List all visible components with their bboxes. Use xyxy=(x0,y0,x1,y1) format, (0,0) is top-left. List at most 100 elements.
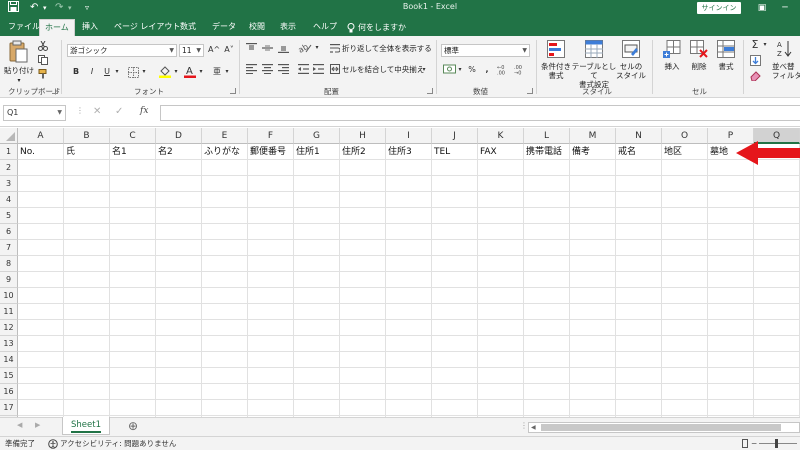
column-header-d[interactable]: D xyxy=(156,128,202,144)
paste-dropdown-icon[interactable]: ▾ xyxy=(14,76,24,85)
cell-b1[interactable]: 氏 xyxy=(64,144,110,160)
fill-icon[interactable] xyxy=(750,55,761,69)
decrease-decimal-icon[interactable]: .00 →0 xyxy=(514,64,528,78)
row-header-9[interactable]: 9 xyxy=(0,272,18,288)
number-launcher-icon[interactable] xyxy=(527,88,533,94)
tab-help[interactable]: ヘルプ xyxy=(313,19,337,36)
font-launcher-icon[interactable] xyxy=(230,88,236,94)
cell-l1[interactable]: 携帯電話 xyxy=(524,144,570,160)
column-header-n[interactable]: N xyxy=(616,128,662,144)
column-header-o[interactable]: O xyxy=(662,128,708,144)
column-header-g[interactable]: G xyxy=(294,128,340,144)
insert-function-icon[interactable]: fx xyxy=(140,106,148,116)
row-header-14[interactable]: 14 xyxy=(0,352,18,368)
column-header-b[interactable]: B xyxy=(64,128,110,144)
align-left-icon[interactable] xyxy=(246,64,257,77)
zoom-out-icon[interactable]: − xyxy=(751,437,757,450)
tab-data[interactable]: データ xyxy=(212,19,236,36)
sheet-tab-sheet1[interactable]: Sheet1 xyxy=(62,417,110,435)
font-size-select[interactable]: 11 ▼ xyxy=(179,44,204,57)
row-header-17[interactable]: 17 xyxy=(0,400,18,416)
row-header-13[interactable]: 13 xyxy=(0,336,18,352)
row-header-10[interactable]: 10 xyxy=(0,288,18,304)
borders-icon[interactable] xyxy=(128,67,139,81)
row-header-15[interactable]: 15 xyxy=(0,368,18,384)
borders-dropdown-icon[interactable]: ▾ xyxy=(140,66,148,78)
copy-icon[interactable] xyxy=(38,55,48,68)
minimize-icon[interactable]: ─ xyxy=(775,0,795,16)
insert-cells-icon[interactable] xyxy=(663,40,681,61)
accessibility-status[interactable]: アクセシビリティ: 問題ありません xyxy=(60,437,176,450)
column-header-e[interactable]: E xyxy=(202,128,248,144)
merge-center-button[interactable]: セルを結合して中央揃え xyxy=(342,65,424,74)
row-header-16[interactable]: 16 xyxy=(0,384,18,400)
cell-k1[interactable]: FAX xyxy=(478,144,524,160)
scroll-left-arrow-icon[interactable]: ◀ xyxy=(531,423,536,432)
tab-review[interactable]: 校閲 xyxy=(249,19,265,36)
scroll-right-icon[interactable]: ▶ xyxy=(35,421,40,429)
format-cells-button[interactable]: 書式 xyxy=(714,62,738,71)
align-bottom-icon[interactable] xyxy=(278,43,289,56)
format-as-table-icon[interactable] xyxy=(585,40,603,61)
tab-page-layout[interactable]: ページ レイアウト xyxy=(114,19,180,36)
column-header-m[interactable]: M xyxy=(570,128,616,144)
ribbon-display-options-icon[interactable]: ▣ xyxy=(752,0,772,16)
align-middle-icon[interactable] xyxy=(262,43,273,56)
signin-button[interactable]: サインイン xyxy=(697,2,741,14)
cell-m1[interactable]: 備考 xyxy=(570,144,616,160)
conditional-formatting-button[interactable]: 条件付き 書式 xyxy=(538,62,574,80)
orientation-dropdown-icon[interactable]: ▾ xyxy=(313,42,321,54)
font-color-icon[interactable]: A xyxy=(184,65,196,81)
clear-icon[interactable] xyxy=(750,70,761,84)
cancel-icon[interactable]: ✕ xyxy=(93,106,101,117)
cell-d1[interactable]: 名2 xyxy=(156,144,202,160)
format-cells-icon[interactable] xyxy=(717,40,735,61)
cut-icon[interactable] xyxy=(38,40,48,54)
row-header-2[interactable]: 2 xyxy=(0,160,18,176)
cell-g1[interactable]: 住所1 xyxy=(294,144,340,160)
cell-a1[interactable]: No. xyxy=(18,144,64,160)
accessibility-icon[interactable] xyxy=(48,437,58,450)
shrink-font-button[interactable]: A˅ xyxy=(223,44,235,56)
number-format-select[interactable]: 標準 ▼ xyxy=(441,44,530,57)
increase-decimal-icon[interactable]: ←0.00 xyxy=(497,64,511,78)
cell-e1[interactable]: ふりがな xyxy=(202,144,248,160)
column-header-j[interactable]: J xyxy=(432,128,478,144)
tab-view[interactable]: 表示 xyxy=(280,19,296,36)
cell-i1[interactable]: 住所3 xyxy=(386,144,432,160)
bold-button[interactable]: B xyxy=(71,66,81,78)
wrap-text-button[interactable]: 折り返して全体を表示する xyxy=(342,44,432,53)
underline-button[interactable]: U xyxy=(102,66,112,78)
tab-formulas[interactable]: 数式 xyxy=(180,19,196,36)
percent-button[interactable]: % xyxy=(466,64,478,76)
conditional-formatting-icon[interactable] xyxy=(547,40,565,61)
comma-button[interactable]: , xyxy=(482,64,492,76)
zoom-slider[interactable] xyxy=(759,443,797,444)
accounting-dropdown-icon[interactable]: ▾ xyxy=(456,64,464,76)
add-sheet-icon[interactable]: ⊕ xyxy=(128,419,138,433)
cell-c1[interactable]: 名1 xyxy=(110,144,156,160)
column-header-i[interactable]: I xyxy=(386,128,432,144)
decrease-indent-icon[interactable] xyxy=(298,64,309,77)
align-center-icon[interactable] xyxy=(262,64,273,77)
column-header-c[interactable]: C xyxy=(110,128,156,144)
zoom-slider-thumb[interactable] xyxy=(775,439,778,448)
align-top-icon[interactable] xyxy=(246,43,257,56)
tab-insert[interactable]: 挿入 xyxy=(82,19,98,36)
scroll-thumb[interactable] xyxy=(541,424,781,431)
delete-cells-icon[interactable] xyxy=(690,40,708,61)
paste-icon[interactable] xyxy=(8,40,28,67)
tab-file[interactable]: ファイル xyxy=(8,19,40,36)
cell-n1[interactable]: 戒名 xyxy=(616,144,662,160)
cell-j1[interactable]: TEL xyxy=(432,144,478,160)
column-header-k[interactable]: K xyxy=(478,128,524,144)
row-header-4[interactable]: 4 xyxy=(0,192,18,208)
worksheet-grid[interactable]: ABCDEFGHIJKLMNOPQ 1 2 3 4 5 6 7 8 9 10 11 12 13 14 15 1… xyxy=(0,128,800,417)
font-color-dropdown-icon[interactable]: ▾ xyxy=(197,66,205,78)
cell-styles-button[interactable]: セルの スタイル xyxy=(613,62,649,80)
underline-dropdown-icon[interactable]: ▾ xyxy=(113,66,121,78)
sort-filter-icon[interactable]: AZ xyxy=(777,40,795,61)
row-header-3[interactable]: 3 xyxy=(0,176,18,192)
phonetic-dropdown-icon[interactable]: ▾ xyxy=(223,66,231,78)
row-header-5[interactable]: 5 xyxy=(0,208,18,224)
